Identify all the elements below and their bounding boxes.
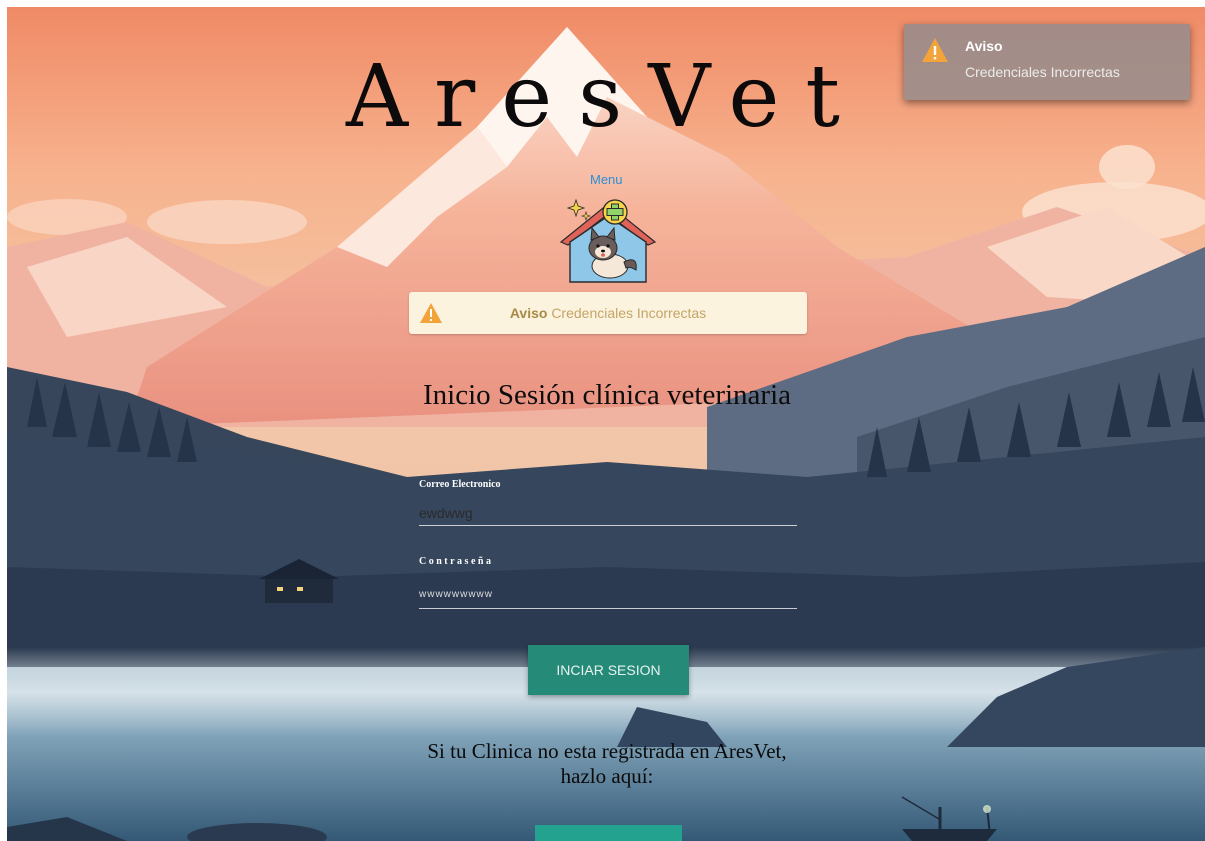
email-label: Correo Electronico [419,479,501,490]
login-button[interactable]: INCIAR SESION [528,645,689,695]
clinic-logo[interactable] [558,190,658,285]
alert-title: Aviso [509,305,548,321]
error-toast[interactable]: Aviso Credenciales Incorrectas [904,24,1190,100]
register-button[interactable] [535,825,682,841]
login-heading: Inicio Sesión clínica veterinaria [423,379,791,411]
alert-text: Aviso Credenciales Incorrectas [409,305,807,321]
password-field[interactable] [419,580,797,609]
password-label: Contraseña [419,556,494,567]
warning-icon [922,38,948,62]
toast-message: Credenciales Incorrectas [965,64,1120,80]
page: AresVet Aviso Credenciales Incorrectas M… [7,7,1205,841]
menu-link[interactable]: Menu [590,172,623,187]
email-field[interactable] [419,501,797,526]
error-alert: Aviso Credenciales Incorrectas [409,292,807,334]
toast-title: Aviso [965,38,1003,54]
alert-message: Credenciales Incorrectas [551,305,707,321]
register-prompt: Si tu Clinica no esta registrada en Ares… [427,739,787,788]
